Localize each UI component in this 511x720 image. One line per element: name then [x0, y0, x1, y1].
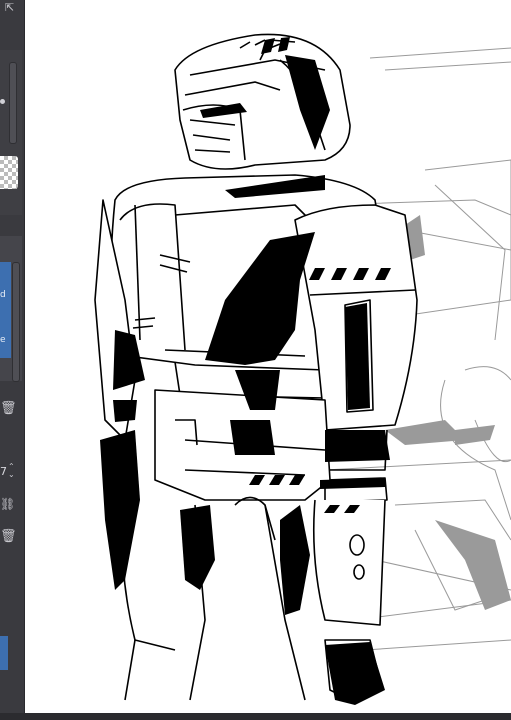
opacity-value: 7	[0, 465, 7, 478]
robot-artwork	[94, 33, 511, 705]
trash-icon: 🗑	[0, 401, 17, 416]
delete-button[interactable]: 🗑	[0, 529, 17, 544]
pin-icon	[0, 99, 5, 104]
layer-label: d	[0, 290, 6, 300]
collapse-button[interactable]: ⇱	[5, 2, 14, 13]
layer-scroll-handle[interactable]	[12, 262, 20, 382]
link-button[interactable]: ⛓	[0, 497, 16, 511]
collapse-icon: ⇱	[5, 1, 15, 14]
pin-button[interactable]	[0, 97, 6, 107]
layer-item-selected[interactable]: d e	[0, 262, 11, 358]
drawing-canvas[interactable]	[25, 0, 511, 713]
stepper-icon: ⌃ ⌄	[8, 462, 15, 479]
link-icon: ⛓	[0, 497, 16, 511]
left-panel: ⇱ d e 🗑 7 ⌃ ⌄ ⛓ 🗑	[0, 0, 25, 713]
layer-label: e	[0, 335, 6, 345]
delete-layer-button[interactable]: 🗑	[0, 401, 17, 416]
scroll-handle[interactable]	[9, 62, 17, 144]
transparency-swatch[interactable]	[0, 156, 18, 189]
status-bar	[0, 713, 511, 720]
trash-icon: 🗑	[0, 529, 17, 544]
selected-item[interactable]	[0, 636, 8, 670]
opacity-stepper[interactable]: 7 ⌃ ⌄	[0, 463, 22, 479]
